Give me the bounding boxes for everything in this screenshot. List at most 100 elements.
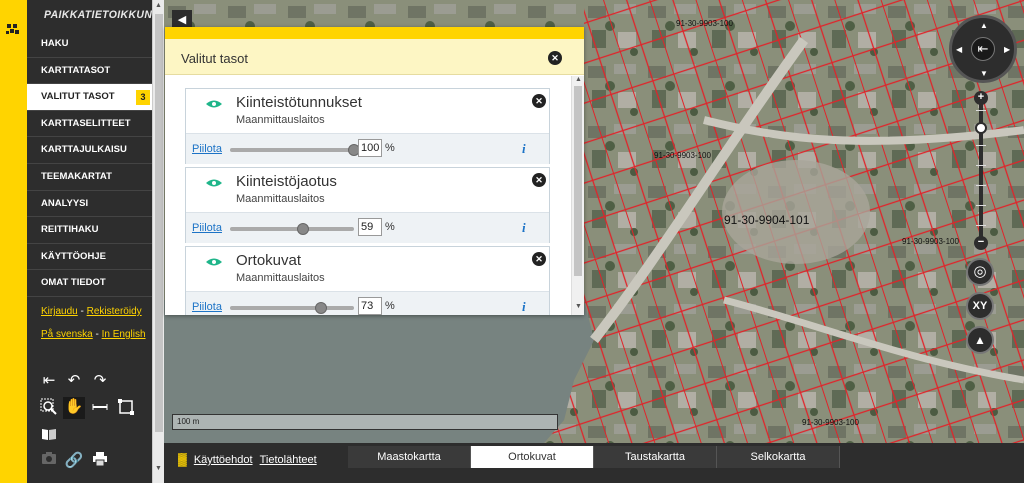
swedish-link[interactable]: På svenska (41, 329, 93, 340)
camera-icon[interactable] (38, 451, 60, 471)
language-links: På svenska - In English (41, 329, 146, 340)
sidebar-item-label: TEEMAKARTAT (41, 170, 112, 182)
panel-title: Valitut tasot (181, 51, 248, 66)
percent-sign: % (385, 142, 395, 154)
remove-layer-icon[interactable]: ✕ (532, 252, 546, 266)
scroll-down-icon[interactable]: ▼ (575, 303, 582, 310)
opacity-slider[interactable] (230, 223, 354, 235)
measure-area-icon[interactable] (115, 398, 137, 418)
hide-layer-link[interactable]: Piilota (192, 222, 222, 234)
zoom-tick (976, 205, 986, 206)
sidebar-item-label: KARTTATASOT (41, 64, 111, 76)
print-icon[interactable] (89, 451, 111, 471)
sources-link[interactable]: Tietolähteet (260, 454, 317, 466)
opacity-input[interactable]: 100 (358, 139, 382, 157)
pan-left-icon[interactable]: ◀ (956, 45, 962, 54)
redo-icon[interactable]: ↷ (89, 371, 111, 391)
link-icon[interactable]: 🔗 (63, 451, 85, 471)
layer-item: Kiinteistöjaotus Maanmittauslaitos ✕ Pii… (185, 167, 550, 243)
slider-knob[interactable] (314, 302, 327, 314)
parcel-label: 91-30-9903-100 (654, 151, 711, 160)
slider-knob[interactable] (297, 223, 310, 235)
zoom-tick (976, 110, 986, 111)
info-icon[interactable]: i (522, 141, 526, 157)
basemap-label: Maastokartta (377, 451, 441, 463)
sidebar-item-label: OMAT TIEDOT (41, 277, 106, 289)
opacity-slider[interactable] (230, 144, 360, 156)
zoom-in-button[interactable]: + (974, 91, 988, 105)
close-icon[interactable]: ✕ (548, 51, 562, 65)
register-link[interactable]: Rekisteröidy (87, 306, 142, 317)
sidebar-item-karttaselitteet[interactable]: KARTTASELITTEET (27, 111, 152, 138)
zoom-tick (976, 145, 986, 146)
opacity-input[interactable]: 59 (358, 218, 382, 236)
opacity-input[interactable]: 73 (358, 297, 382, 315)
locate-me-icon[interactable]: ◎ (966, 258, 994, 286)
sidebar-item-teemakartat[interactable]: TEEMAKARTAT (27, 164, 152, 191)
sidebar-item-karttatasot[interactable]: KARTTATASOT (27, 58, 152, 85)
visibility-eye-icon[interactable] (204, 257, 224, 267)
pan-down-icon[interactable]: ▼ (980, 69, 988, 78)
sidebar-item-label: KARTTASELITTEET (41, 117, 131, 129)
sidebar-item-analyysi[interactable]: ANALYYSI (27, 191, 152, 218)
zoom-out-button[interactable]: − (974, 236, 988, 250)
sidebar-scrollbar[interactable]: ▲ ▼ (152, 0, 164, 483)
scroll-thumb[interactable] (155, 14, 163, 432)
zoom-bar[interactable] (979, 98, 983, 244)
sidebar-item-label: REITTIHAKU (41, 224, 99, 236)
zoom-slider-knob[interactable] (975, 122, 987, 134)
panel-header: Valitut tasot (165, 39, 584, 75)
terms-link[interactable]: Käyttöehdot (194, 454, 253, 466)
sidebar-item-label: KÄYTTÖOHJE (41, 250, 106, 262)
reset-view-icon[interactable]: ⇤ (971, 37, 995, 61)
logo-icon (6, 24, 19, 34)
scroll-down-icon[interactable]: ▼ (155, 465, 162, 472)
sidebar-item-label: ANALYYSI (41, 197, 89, 209)
undo-all-icon[interactable]: ⇤ (38, 371, 60, 391)
zoom-tick (976, 225, 986, 226)
undo-icon[interactable]: ↶ (63, 371, 85, 391)
basemap-maastokartta[interactable]: Maastokartta (348, 446, 471, 468)
visibility-eye-icon[interactable] (204, 99, 224, 109)
english-link[interactable]: In English (102, 329, 146, 340)
basemap-ortokuvat[interactable]: Ortokuvat (471, 446, 594, 468)
pan-hand-icon[interactable]: ✋ (63, 397, 85, 419)
basemap-selkokartta[interactable]: Selkokartta (717, 446, 840, 468)
sidebar-item-karttajulkaisu[interactable]: KARTTAJULKAISU (27, 137, 152, 164)
pan-right-icon[interactable]: ▶ (1004, 45, 1010, 54)
north-arrow-icon[interactable]: ▲ (966, 326, 994, 354)
xy-coordinate-button[interactable]: XY (966, 292, 994, 320)
opacity-slider[interactable] (230, 302, 354, 314)
pan-up-icon[interactable]: ▲ (980, 21, 988, 30)
scroll-up-icon[interactable]: ▲ (575, 76, 582, 83)
login-link[interactable]: Kirjaudu (41, 306, 78, 317)
hide-layer-link[interactable]: Piilota (192, 143, 222, 155)
measure-line-icon[interactable] (89, 398, 111, 418)
sidebar-item-reittihaku[interactable]: REITTIHAKU (27, 217, 152, 244)
info-icon[interactable]: i (522, 299, 526, 315)
remove-layer-icon[interactable]: ✕ (532, 94, 546, 108)
footer-links: ▓ Käyttöehdot Tietolähteet (178, 452, 317, 466)
hide-layer-link[interactable]: Piilota (192, 301, 222, 313)
sidebar-item-valitut-tasot[interactable]: VALITUT TASOT 3 (27, 84, 152, 111)
panel-accent-bar (165, 27, 584, 39)
zoom-box-icon[interactable] (38, 398, 60, 418)
sidebar-item-haku[interactable]: HAKU (27, 31, 152, 58)
sidebar-item-label: VALITUT TASOT (41, 91, 115, 103)
layer-item: Ortokuvat Maanmittauslaitos ✕ Piilota 73… (185, 246, 550, 315)
info-icon[interactable]: i (522, 220, 526, 236)
layer-name: Ortokuvat (236, 252, 302, 269)
pan-navigation-control[interactable]: ▲ ▼ ◀ ▶ ⇤ (949, 15, 1017, 83)
scroll-thumb[interactable] (574, 86, 582, 276)
visibility-eye-icon[interactable] (204, 178, 224, 188)
basemap-taustakartta[interactable]: Taustakartta (594, 446, 717, 468)
remove-layer-icon[interactable]: ✕ (532, 173, 546, 187)
map-book-icon[interactable] (38, 425, 60, 445)
scroll-up-icon[interactable]: ▲ (155, 2, 162, 9)
sidebar-item-kayttoohje[interactable]: KÄYTTÖOHJE (27, 244, 152, 271)
basemap-label: Ortokuvat (508, 451, 556, 463)
sidebar-item-omat-tiedot[interactable]: OMAT TIEDOT (27, 270, 152, 297)
layer-list: Kiinteistötunnukset Maanmittauslaitos ✕ … (165, 76, 571, 315)
count-badge: 3 (136, 90, 150, 106)
panel-scrollbar[interactable]: ▲ ▼ (571, 76, 584, 315)
